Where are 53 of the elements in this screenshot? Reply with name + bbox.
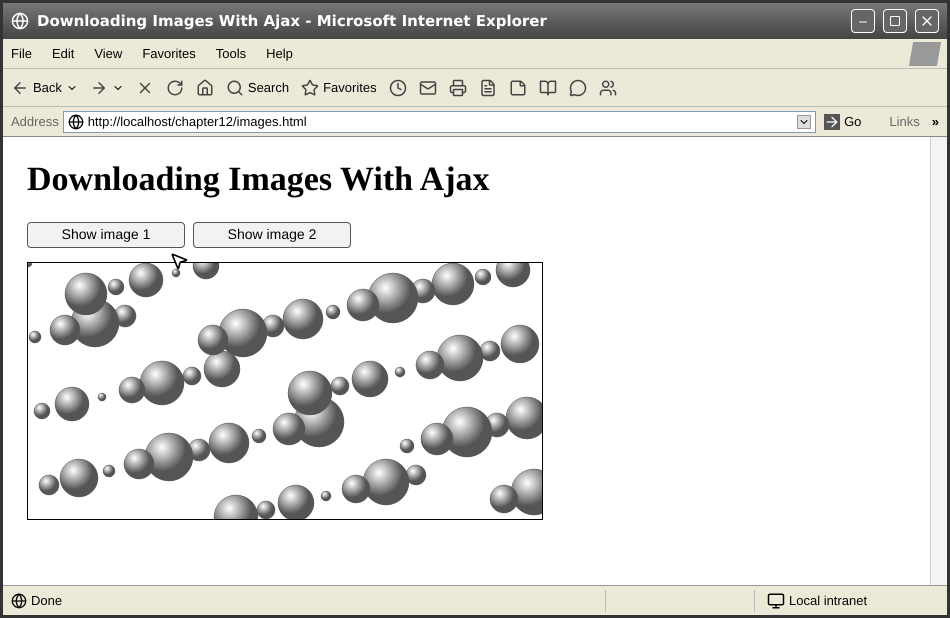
minimize-button[interactable] <box>851 9 875 33</box>
go-button[interactable]: Go <box>820 112 866 132</box>
toolbar-button[interactable]: Search <box>226 78 290 98</box>
close-button[interactable] <box>915 9 939 33</box>
maximize-button[interactable] <box>883 9 907 33</box>
vertical-scrollbar[interactable] <box>930 137 947 585</box>
page-heading: Downloading Images With Ajax <box>27 160 491 200</box>
network-icon <box>767 592 785 610</box>
browser-icon <box>11 12 29 30</box>
menu-item[interactable]: View <box>94 44 122 64</box>
toolbar-button[interactable] <box>418 78 437 96</box>
toolbar-button[interactable]: Favorites <box>301 78 377 98</box>
toolbar-button[interactable] <box>196 78 214 96</box>
show-image-button[interactable]: Show image 2 <box>193 222 351 248</box>
toolbar-button[interactable] <box>388 78 407 96</box>
menu-item[interactable]: File <box>11 44 32 64</box>
maximize-icon <box>889 15 901 27</box>
menu-item[interactable]: Favorites <box>142 44 196 64</box>
clock-icon <box>388 78 407 96</box>
show-image-button[interactable]: Show image 1 <box>27 222 185 248</box>
page-icon <box>11 592 27 608</box>
toolbar-button[interactable] <box>478 78 497 96</box>
address-field[interactable]: http://localhost/chapter12/images.html <box>62 110 816 132</box>
more-links-button[interactable]: » <box>932 112 939 132</box>
chat-bubble-icon <box>568 78 587 96</box>
menu-item[interactable]: Help <box>266 44 293 64</box>
envelope-icon <box>418 78 437 96</box>
toolbar-button[interactable] <box>508 78 527 96</box>
toolbar-button[interactable] <box>598 78 617 96</box>
links-button[interactable]: Links <box>889 112 920 132</box>
page-icon <box>68 114 84 130</box>
mouse-cursor-icon <box>169 251 189 271</box>
toolbar-button[interactable] <box>538 78 557 96</box>
document-icon <box>478 78 497 96</box>
home-icon <box>196 78 214 96</box>
toolbar-button[interactable] <box>448 78 467 96</box>
status-text: Done <box>31 592 64 610</box>
toolbar-button[interactable]: Back <box>11 78 78 98</box>
refresh-icon <box>166 78 184 96</box>
toolbar-button[interactable] <box>166 78 184 96</box>
zone-text: Local intranet <box>789 592 868 610</box>
address-label: Address <box>11 112 59 131</box>
people-icon <box>598 78 617 96</box>
search-icon <box>226 78 244 96</box>
menu-item[interactable]: Edit <box>52 44 74 64</box>
note-icon <box>508 78 527 96</box>
book-icon <box>538 78 557 96</box>
printer-icon <box>448 78 467 96</box>
toolbar-button[interactable] <box>568 78 587 96</box>
star-icon <box>301 78 320 96</box>
dropdown-icon[interactable] <box>797 114 812 128</box>
menu-item[interactable]: Tools <box>216 44 246 64</box>
window-title: Downloading Images With Ajax - Microsoft Internet Explorer <box>37 10 548 32</box>
